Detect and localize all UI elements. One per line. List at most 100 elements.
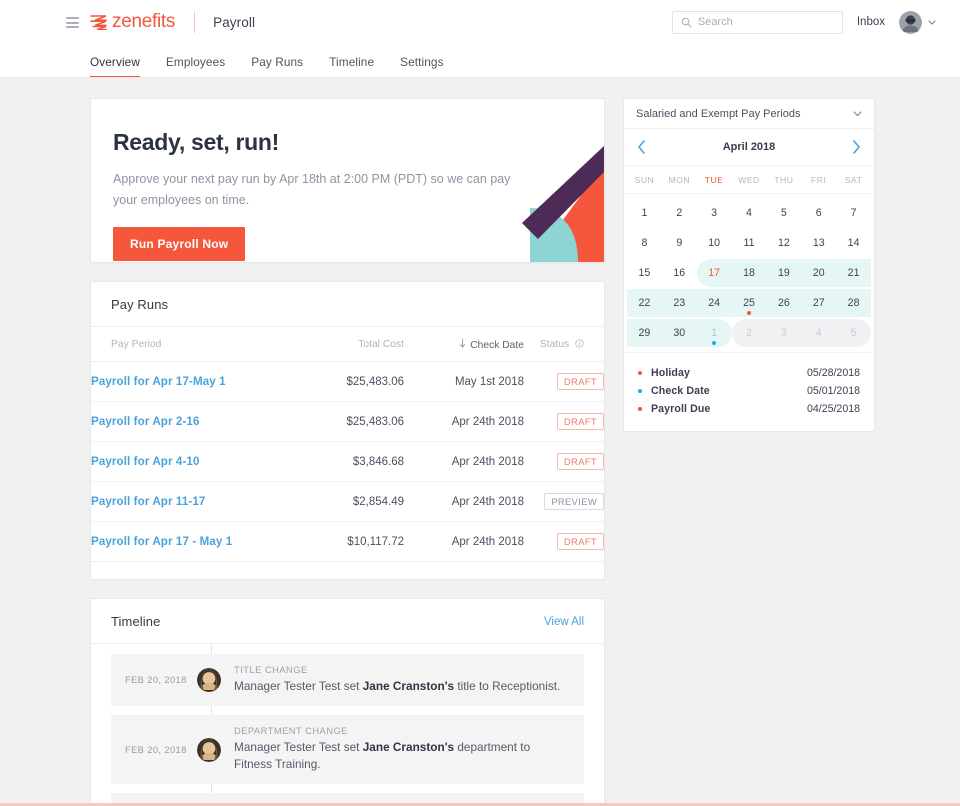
pay-run-link[interactable]: Payroll for Apr 17 - May 1 (91, 535, 232, 548)
calendar-day[interactable]: 2 (732, 318, 767, 348)
calendar-day[interactable]: 4 (732, 198, 767, 228)
calendar-day[interactable]: 7 (836, 198, 871, 228)
pay-run-link[interactable]: Payroll for Apr 11-17 (91, 495, 205, 508)
pay-runs-table: Pay Period Total Cost Check Date Status … (91, 327, 604, 562)
calendar-day[interactable]: 22 (627, 288, 662, 318)
calendar-day[interactable]: 26 (766, 288, 801, 318)
legend-label: Payroll Due (651, 403, 711, 415)
calendar-day[interactable]: 1 (627, 198, 662, 228)
column-status[interactable]: Status (524, 327, 604, 362)
calendar-week: 8 9 10 11 12 13 14 (627, 228, 871, 258)
account-menu[interactable] (899, 10, 936, 34)
calendar-weekday-header: SUN MON TUE WED THU FRI SAT (624, 166, 874, 194)
search-box[interactable] (671, 10, 843, 34)
calendar-day[interactable]: 10 (697, 228, 732, 258)
calendar-day[interactable]: 5 (836, 318, 871, 348)
calendar-day[interactable]: 15 (627, 258, 662, 288)
tab-settings[interactable]: Settings (400, 55, 443, 78)
run-payroll-now-button[interactable]: Run Payroll Now (113, 227, 246, 262)
info-icon[interactable] (575, 338, 584, 351)
timeline-card: Timeline View All FEB 20, 2018 TITLE CHA… (90, 598, 605, 806)
status-badge: PREVIEW (544, 493, 604, 510)
weekday-sun: SUN (634, 175, 655, 185)
calendar-day[interactable]: 2 (662, 198, 697, 228)
brand-divider (194, 11, 196, 33)
pay-run-cost: $2,854.49 (264, 481, 404, 522)
legend-label: Holiday (651, 367, 690, 379)
ready-set-run-card: Ready, set, run! Approve your next pay r… (90, 98, 605, 263)
calendar-week: 1 2 3 4 5 6 7 (627, 198, 871, 228)
calendar-day-check-date[interactable]: 1 (697, 318, 732, 348)
avatar (197, 737, 221, 762)
calendar-day[interactable]: 3 (697, 198, 732, 228)
pay-period-selector-label: Salaried and Exempt Pay Periods (636, 107, 801, 120)
timeline-item[interactable]: FEB 20, 2018 TITLE CHANGE Manager Tester… (111, 654, 584, 707)
calendar-day[interactable]: 27 (801, 288, 836, 318)
tab-timeline[interactable]: Timeline (329, 55, 374, 78)
table-row[interactable]: Payroll for Apr 11-17 $2,854.49 Apr 24th… (91, 481, 604, 522)
calendar-day[interactable]: 3 (766, 318, 801, 348)
pay-run-link[interactable]: Payroll for Apr 2-16 (91, 415, 200, 428)
timeline-subject: Jane Cranston's (362, 740, 455, 755)
column-check-date[interactable]: Check Date (404, 327, 524, 362)
calendar-day[interactable]: 20 (801, 258, 836, 288)
calendar-day[interactable]: 9 (662, 228, 697, 258)
calendar-day[interactable]: 23 (662, 288, 697, 318)
calendar-day-payroll-due[interactable]: 25 (732, 288, 767, 318)
calendar-day[interactable]: 14 (836, 228, 871, 258)
tab-employees[interactable]: Employees (166, 55, 225, 78)
weekday-tue: TUE (704, 175, 724, 185)
calendar-day[interactable]: 24 (697, 288, 732, 318)
table-header-row: Pay Period Total Cost Check Date Status (91, 327, 604, 362)
calendar-nav: April 2018 (624, 129, 874, 166)
pay-run-check-date: Apr 24th 2018 (404, 441, 524, 482)
pay-period-selector[interactable]: Salaried and Exempt Pay Periods (624, 99, 874, 129)
calendar-day[interactable]: 19 (766, 258, 801, 288)
calendar-day-today[interactable]: 17 (697, 258, 732, 288)
timeline-item[interactable]: FEB 20, 2018 DEPARTMENT CHANGE Manager T… (111, 715, 584, 785)
brand-logo[interactable]: zenefits Payroll (90, 11, 255, 33)
status-badge: DRAFT (557, 413, 604, 430)
column-check-date-label: Check Date (470, 340, 524, 351)
pay-run-link[interactable]: Payroll for Apr 17-May 1 (91, 375, 226, 388)
pay-run-check-date: Apr 24th 2018 (404, 521, 524, 562)
calendar-day[interactable]: 12 (766, 228, 801, 258)
table-row[interactable]: Payroll for Apr 4-10 $3,846.68 Apr 24th … (91, 441, 604, 482)
calendar-day[interactable]: 6 (801, 198, 836, 228)
payroll-due-dot (746, 311, 751, 315)
calendar-day[interactable]: 28 (836, 288, 871, 318)
calendar-day[interactable]: 30 (662, 318, 697, 348)
avatar[interactable] (899, 10, 922, 34)
table-row[interactable]: Payroll for Apr 2-16 $25,483.06 Apr 24th… (91, 401, 604, 442)
weekday-mon: MON (668, 175, 691, 185)
calendar-day[interactable]: 13 (801, 228, 836, 258)
calendar-month-label: April 2018 (722, 141, 776, 153)
calendar-day[interactable]: 18 (732, 258, 767, 288)
pay-run-link[interactable]: Payroll for Apr 4-10 (91, 455, 200, 468)
weekday-sat: SAT (844, 175, 863, 185)
search-input[interactable] (697, 16, 834, 28)
tab-pay-runs[interactable]: Pay Runs (251, 55, 303, 78)
calendar-grid: 1 2 3 4 5 6 7 8 9 10 11 12 13 14 15 16 1… (624, 194, 874, 352)
calendar-day[interactable]: 11 (732, 228, 767, 258)
column-pay-period[interactable]: Pay Period (91, 327, 264, 362)
nav-tabs: Overview Employees Pay Runs Timeline Set… (0, 55, 444, 78)
calendar-week: 15 16 17 18 19 20 21 (627, 258, 871, 288)
calendar-day[interactable]: 8 (627, 228, 662, 258)
hamburger-icon[interactable] (66, 17, 79, 28)
chevron-right-icon[interactable] (852, 140, 861, 154)
calendar-day[interactable]: 21 (836, 258, 871, 288)
column-total-cost[interactable]: Total Cost (264, 327, 404, 362)
calendar-day[interactable]: 29 (627, 318, 662, 348)
pay-run-cost: $10,117.72 (264, 521, 404, 562)
calendar-day[interactable]: 4 (801, 318, 836, 348)
view-all-link[interactable]: View All (544, 616, 584, 628)
chevron-left-icon[interactable] (637, 140, 646, 154)
timeline-list: FEB 20, 2018 TITLE CHANGE Manager Tester… (91, 644, 604, 806)
table-row[interactable]: Payroll for Apr 17 - May 1 $10,117.72 Ap… (91, 521, 604, 562)
inbox-link[interactable]: Inbox (857, 16, 885, 28)
table-row[interactable]: Payroll for Apr 17-May 1 $25,483.06 May … (91, 361, 604, 402)
calendar-day[interactable]: 16 (662, 258, 697, 288)
tab-overview[interactable]: Overview (90, 55, 140, 78)
calendar-day[interactable]: 5 (766, 198, 801, 228)
